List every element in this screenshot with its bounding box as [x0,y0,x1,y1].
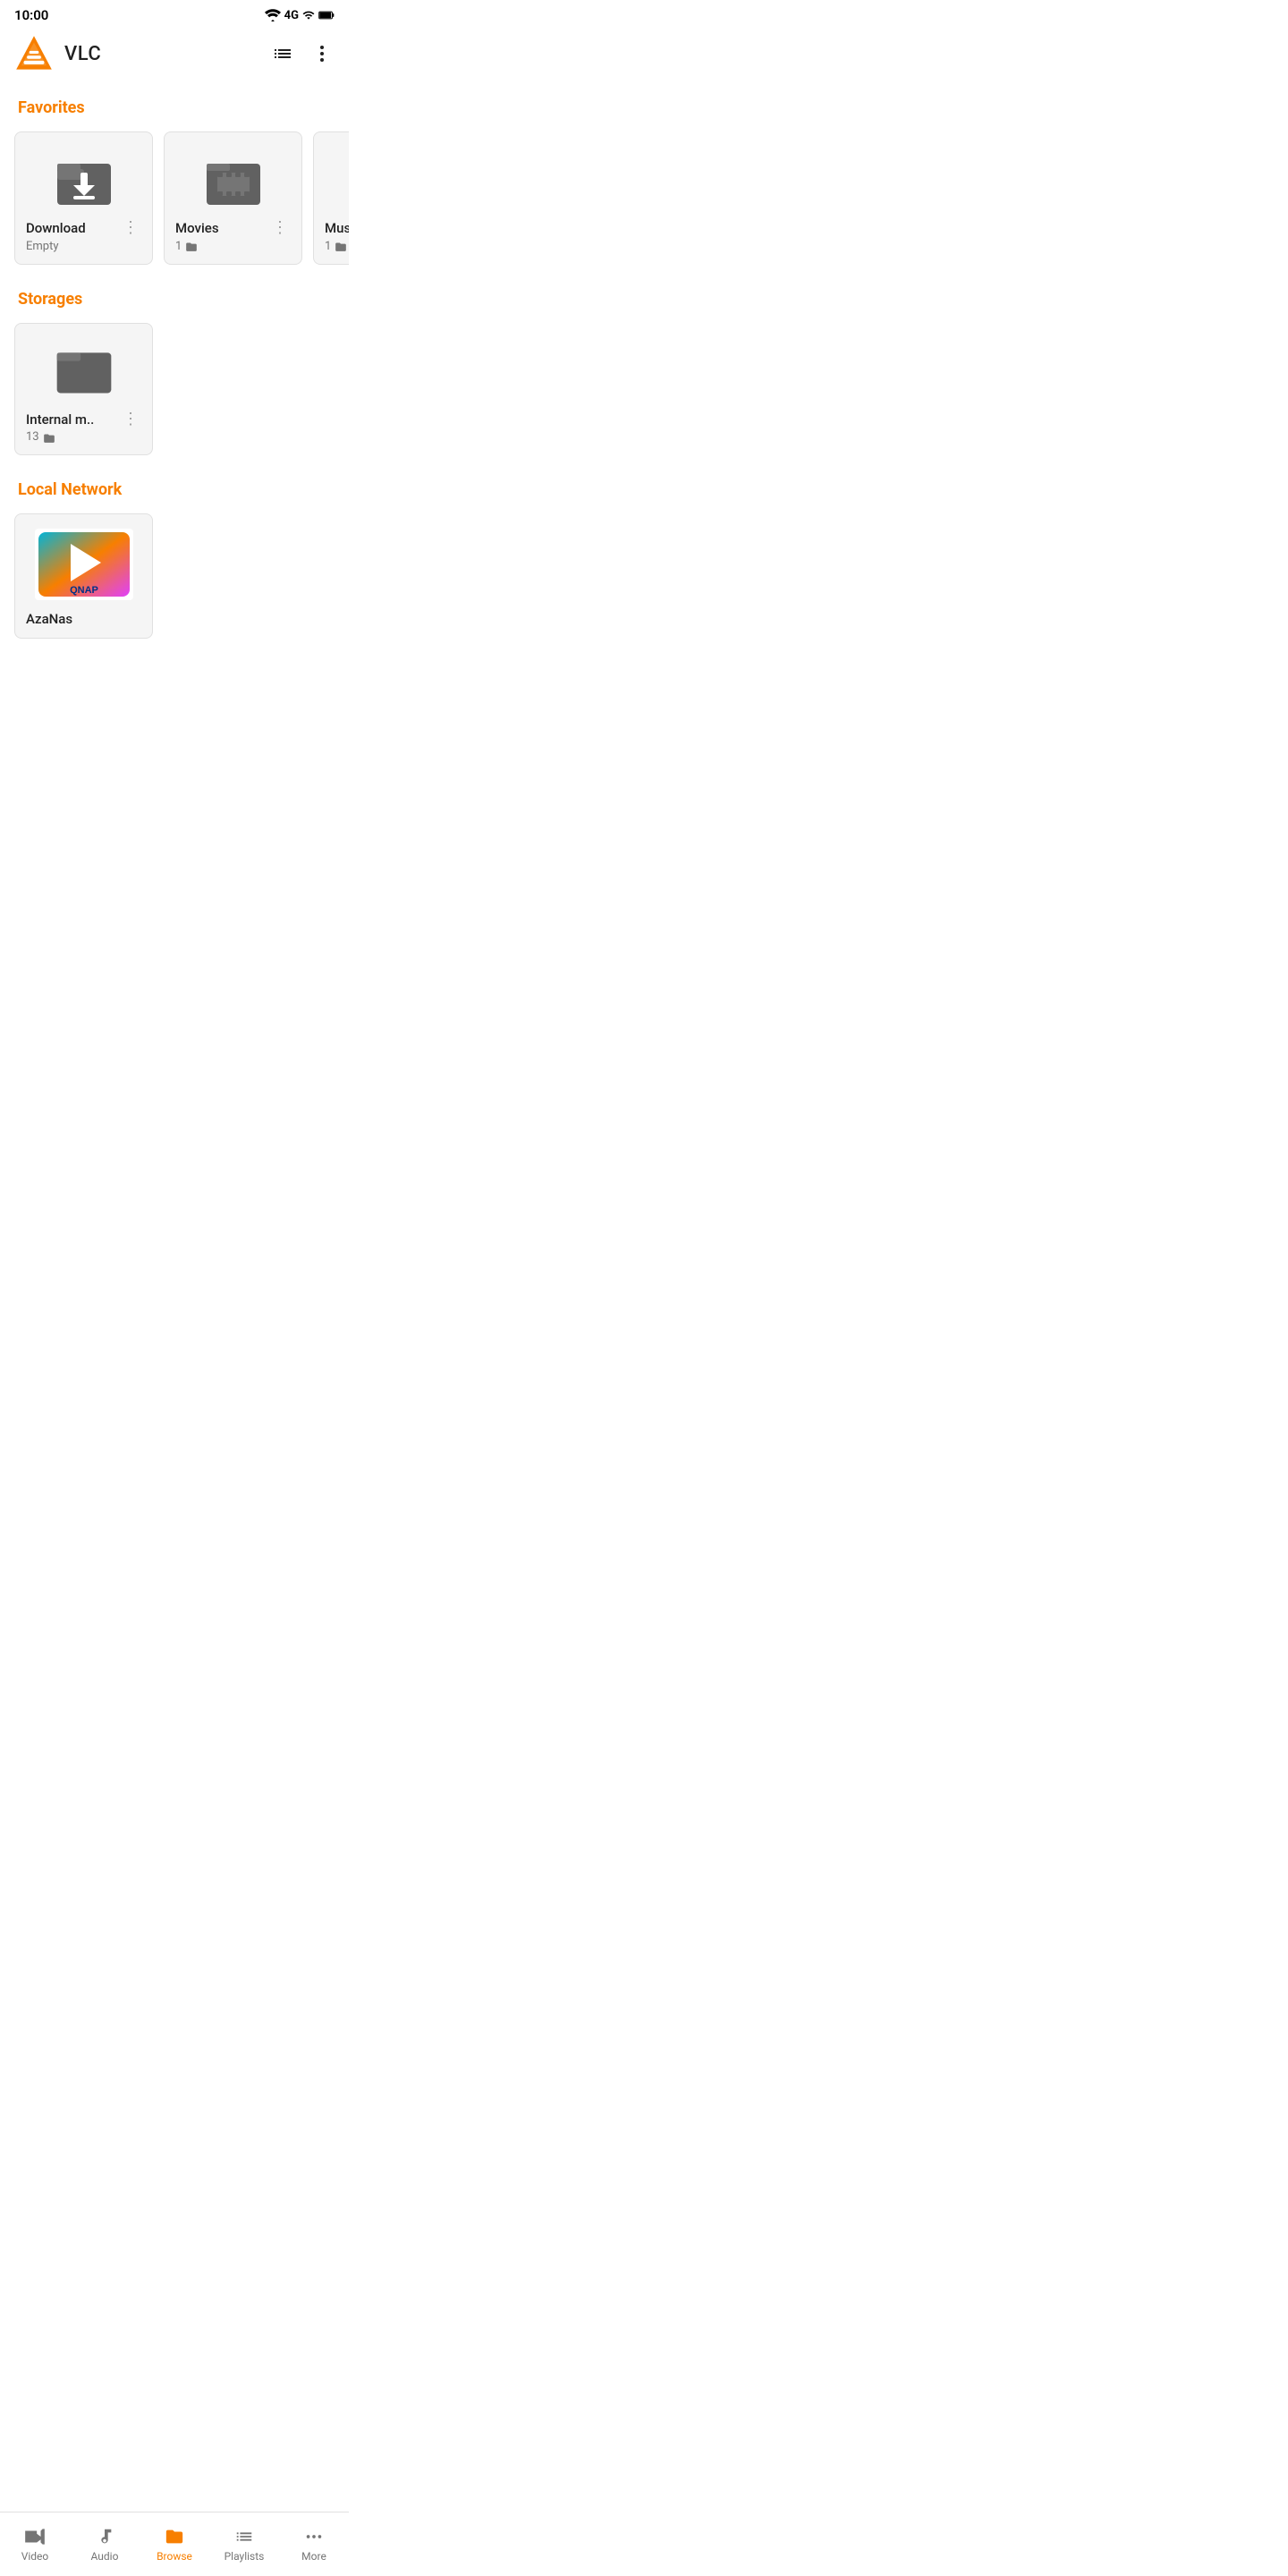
local-network-grid: QNAP AzaNas [0,506,349,653]
nav-browse[interactable]: Browse [140,2520,209,2570]
download-folder-icon [53,147,115,209]
movies-folder-icon [202,147,265,209]
music-card-sub: 1 [325,240,349,253]
azanas-icon: QNAP [35,529,133,600]
status-icons: 4G [265,9,335,22]
more-nav-icon [303,2527,325,2546]
network-type: 4G [284,9,299,22]
music-card-name: Music [325,220,349,238]
nav-more[interactable]: More [279,2520,349,2570]
bottom-nav: Video Audio Browse Playlists More [0,2512,349,2576]
nav-video[interactable]: Video [0,2520,70,2570]
more-nav-label: More [301,2550,326,2563]
favorites-header: Favorites [0,88,349,124]
video-nav-label: Video [21,2550,49,2563]
status-time: 10:00 [14,7,48,23]
movies-card-text: Movies 1 [175,220,270,253]
battery-icon [318,9,335,21]
music-folder-count-icon [335,241,347,251]
internal-card[interactable]: Internal m.. 13 ⋮ [14,323,153,456]
qnap-logo: QNAP [35,529,133,600]
download-card-text: Download Empty [26,220,121,253]
azanas-card[interactable]: QNAP AzaNas [14,513,153,639]
internal-card-sub: 13 [26,430,121,444]
internal-card-text: Internal m.. 13 [26,411,121,445]
app-bar-left: VLC [14,34,101,73]
download-card-info: Download Empty ⋮ [26,220,141,253]
favorites-grid: Download Empty ⋮ [0,124,349,279]
movies-card-sub: 1 [175,240,270,253]
internal-more-button[interactable]: ⋮ [121,411,141,428]
download-card[interactable]: Download Empty ⋮ [14,131,153,265]
internal-card-info: Internal m.. 13 ⋮ [26,411,141,445]
main-content: Favorites Download Empty [0,80,349,746]
internal-folder-count-icon [43,432,55,443]
internal-card-name: Internal m.. [26,411,121,429]
nav-playlists[interactable]: Playlists [209,2520,279,2570]
list-view-button[interactable] [270,41,295,66]
svg-text:QNAP: QNAP [70,585,98,596]
music-card-info: Music 1 ⋮ [325,220,349,253]
signal-icon [302,9,315,21]
status-bar: 10:00 4G [0,0,349,27]
storages-grid: Internal m.. 13 ⋮ [0,316,349,470]
storages-header: Storages [0,279,349,316]
local-network-header: Local Network [0,470,349,506]
app-title: VLC [64,43,101,65]
music-card-text: Music 1 [325,220,349,253]
vlc-logo [14,34,54,73]
browse-nav-label: Browse [157,2550,192,2563]
download-card-sub: Empty [26,240,121,253]
movies-card[interactable]: Movies 1 ⋮ [164,131,302,265]
more-options-button[interactable] [309,41,335,66]
audio-nav-icon [94,2527,115,2546]
movies-card-name: Movies [175,220,270,238]
video-nav-icon [23,2527,47,2546]
audio-nav-label: Audio [91,2550,119,2563]
movies-more-button[interactable]: ⋮ [270,220,291,236]
browse-nav-icon [164,2527,185,2546]
download-card-name: Download [26,220,121,238]
internal-folder-icon [53,338,115,401]
azanas-name: AzaNas [26,611,72,627]
folder-count-icon [185,241,198,251]
music-card[interactable]: ♪ Music 1 ⋮ [313,131,349,265]
app-bar: VLC [0,27,349,80]
wifi-icon [265,9,281,21]
nav-audio[interactable]: Audio [70,2520,140,2570]
app-bar-actions [270,41,335,66]
movies-card-info: Movies 1 ⋮ [175,220,291,253]
download-more-button[interactable]: ⋮ [121,220,141,236]
playlists-nav-icon [233,2527,255,2546]
playlists-nav-label: Playlists [225,2550,265,2563]
